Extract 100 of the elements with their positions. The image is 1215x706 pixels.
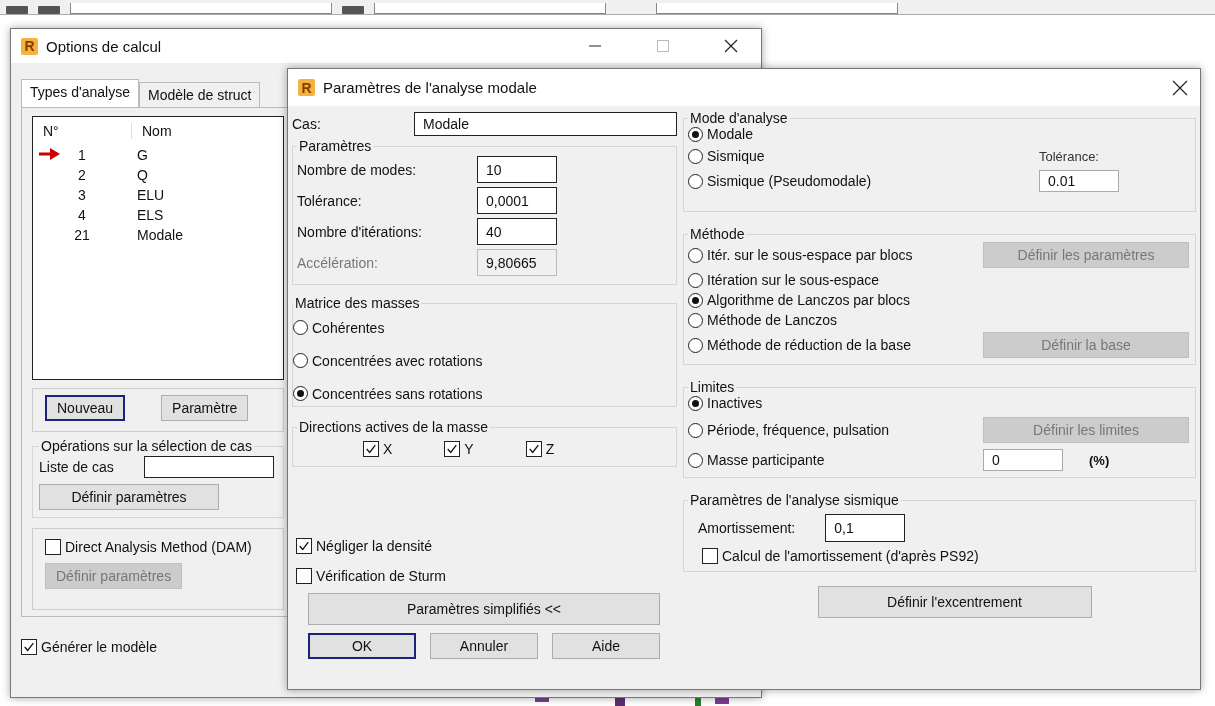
- radio-label[interactable]: Algorithme de Lanczos par blocs: [707, 292, 911, 308]
- input-field[interactable]: 0,0001: [477, 187, 557, 214]
- button[interactable]: Nouveau: [45, 395, 126, 421]
- field-label: Nombre de modes:: [297, 161, 418, 178]
- radio-button[interactable]: [688, 126, 703, 142]
- checkbox[interactable]: [45, 539, 61, 555]
- radio-button[interactable]: [688, 272, 703, 288]
- column-header[interactable]: N°: [33, 123, 132, 139]
- checkbox[interactable]: [702, 548, 718, 564]
- radio-label[interactable]: Méthode de Lanczos: [707, 312, 837, 328]
- radio-button[interactable]: [293, 353, 308, 368]
- checkbox[interactable]: [444, 441, 461, 457]
- case-number: 1: [77, 147, 87, 163]
- radio-button[interactable]: [688, 292, 703, 308]
- radio-label[interactable]: Itér. sur le sous-espace par blocs: [707, 247, 913, 263]
- checkbox[interactable]: [525, 441, 542, 457]
- checkbox-label[interactable]: Z: [545, 441, 555, 457]
- radio-button[interactable]: [688, 247, 703, 263]
- column-header[interactable]: Nom: [132, 123, 172, 139]
- input-field[interactable]: 0,1: [825, 514, 906, 542]
- field-label: Tolérance:: [297, 192, 363, 209]
- button[interactable]: Paramètre: [161, 395, 249, 421]
- radio-button[interactable]: [688, 312, 703, 328]
- tab[interactable]: Modèle de struct: [138, 82, 261, 107]
- checkbox-label[interactable]: Y: [464, 441, 474, 457]
- radio-button[interactable]: [688, 422, 703, 438]
- radio-label[interactable]: Masse participante: [707, 452, 825, 468]
- radio-button[interactable]: [688, 148, 703, 164]
- unit-label: (%): [1089, 452, 1110, 468]
- button[interactable]: Paramètres simplifiés <<: [308, 593, 660, 625]
- tab[interactable]: Types d'analyse: [21, 79, 139, 107]
- checkbox[interactable]: [363, 441, 379, 457]
- field-label: Accélération:: [297, 254, 379, 271]
- group-title: Limites: [690, 379, 735, 395]
- button[interactable]: Annuler: [430, 633, 538, 659]
- radio-label[interactable]: Sismique: [707, 148, 765, 164]
- radio-label[interactable]: Modale: [707, 126, 753, 142]
- case-number: 21: [73, 227, 91, 243]
- case-name: ELU: [136, 187, 165, 203]
- checkbox-label[interactable]: Calcul de l'amortissement (d'après PS92): [722, 548, 979, 564]
- radio-button[interactable]: [688, 395, 703, 411]
- checkbox[interactable]: [296, 568, 312, 584]
- radio-button[interactable]: [688, 337, 703, 353]
- button[interactable]: OK: [308, 633, 416, 659]
- checkbox-label[interactable]: Négliger la densité: [316, 538, 432, 554]
- case-name: Modale: [136, 227, 183, 243]
- case-name: G: [136, 147, 148, 163]
- case-number: 2: [77, 167, 87, 183]
- group-title: Paramètres de l'analyse sismique: [690, 492, 899, 508]
- app-logo: R: [298, 79, 315, 96]
- dialog-title: Paramètres de l'analyse modale: [323, 79, 538, 96]
- group-title: Mode d'analyse: [690, 110, 788, 126]
- field-label: Cas:: [292, 116, 322, 132]
- input-field[interactable]: 0.01: [1039, 170, 1119, 192]
- field-label: Liste de cas: [39, 459, 114, 475]
- radio-label[interactable]: Méthode de réduction de la base: [707, 337, 911, 353]
- field-label: Amortissement:: [698, 520, 796, 536]
- combo-box[interactable]: [70, 3, 332, 14]
- group-title: Méthode: [690, 226, 745, 242]
- input-field[interactable]: 40: [477, 218, 557, 245]
- group-title: Opérations sur la sélection de cas: [41, 438, 252, 454]
- group-title: Matrice des masses: [295, 295, 420, 311]
- checkbox[interactable]: [21, 639, 37, 655]
- case-number: 3: [77, 187, 87, 203]
- case-name: Q: [136, 167, 148, 183]
- input-field[interactable]: [143, 456, 274, 478]
- checkbox-label[interactable]: Générer le modèle: [41, 639, 157, 655]
- radio-label[interactable]: Itération sur le sous-espace: [707, 272, 879, 288]
- combo-box[interactable]: [656, 3, 898, 14]
- radio-label[interactable]: Inactives: [707, 395, 763, 411]
- case-number: 4: [77, 207, 87, 223]
- radio-label[interactable]: Concentrées sans rotations: [312, 385, 483, 402]
- input-field[interactable]: 10: [477, 156, 557, 183]
- checkbox-label[interactable]: Vérification de Sturm: [316, 568, 446, 584]
- case-name: ELS: [136, 207, 164, 223]
- radio-label[interactable]: Sismique (Pseudomodale): [707, 173, 872, 189]
- radio-button[interactable]: [293, 386, 308, 401]
- combo-box[interactable]: [374, 3, 606, 14]
- checkbox[interactable]: [296, 538, 312, 554]
- group-title: Directions actives de la masse: [299, 419, 489, 435]
- app-logo: R: [21, 37, 38, 55]
- field-label: Tolérance:: [1039, 149, 1100, 164]
- group-title: Paramètres: [299, 138, 372, 154]
- checkbox-label[interactable]: Direct Analysis Method (DAM): [65, 539, 252, 555]
- input-field[interactable]: 0: [983, 449, 1063, 471]
- close-icon[interactable]: [724, 39, 738, 53]
- close-icon[interactable]: [1172, 79, 1188, 96]
- button[interactable]: Définir l'excentrement: [817, 586, 1092, 618]
- checkbox-label[interactable]: X: [383, 441, 393, 457]
- window-title: Options de calcul: [46, 37, 163, 55]
- field-label: Nombre d'itérations:: [297, 223, 423, 240]
- radio-button[interactable]: [688, 452, 703, 468]
- radio-button[interactable]: [688, 173, 703, 189]
- radio-button[interactable]: [293, 320, 308, 335]
- radio-label[interactable]: Concentrées avec rotations: [312, 352, 483, 369]
- input-field[interactable]: Modale: [414, 112, 677, 136]
- button[interactable]: Définir paramètres: [39, 484, 219, 510]
- radio-label[interactable]: Cohérentes: [312, 319, 385, 336]
- button[interactable]: Aide: [552, 633, 660, 659]
- radio-label[interactable]: Période, fréquence, pulsation: [707, 422, 890, 438]
